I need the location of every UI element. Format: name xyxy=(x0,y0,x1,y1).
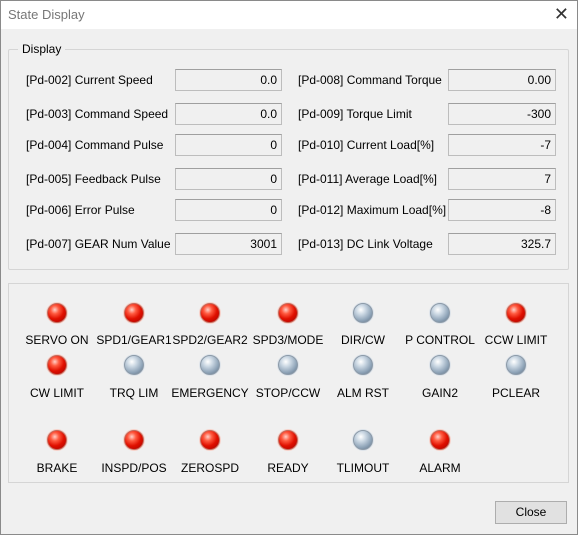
led-alm-rst-icon xyxy=(353,355,373,375)
led-spd2-gear2-icon xyxy=(200,303,220,323)
led-brake-icon xyxy=(47,430,67,450)
param-value-pd004: 0 xyxy=(175,134,282,156)
param-value-pd005: 0 xyxy=(175,168,282,190)
led-spd1-gear1-icon xyxy=(124,303,144,323)
param-label-pd005: [Pd-005] Feedback Pulse xyxy=(26,172,161,186)
param-value-pd002: 0.0 xyxy=(175,69,282,91)
close-icon[interactable]: ✕ xyxy=(554,4,569,24)
param-value-pd009: -300 xyxy=(448,103,556,125)
title-bar: State Display ✕ xyxy=(1,1,577,29)
param-label-pd008: [Pd-008] Command Torque xyxy=(298,73,442,87)
led-spd2-gear2-label: SPD2/GEAR2 xyxy=(172,333,248,347)
led-stop-ccw-icon xyxy=(278,355,298,375)
led-dir-cw-icon xyxy=(353,303,373,323)
led-trq-lim-icon xyxy=(124,355,144,375)
led-ready-icon xyxy=(278,430,298,450)
param-value-pd006: 0 xyxy=(175,199,282,221)
led-gain2-icon xyxy=(430,355,450,375)
param-label-pd004: [Pd-004] Command Pulse xyxy=(26,138,164,152)
param-label-pd011: [Pd-011] Average Load[%] xyxy=(298,172,437,186)
param-label-pd012: [Pd-012] Maximum Load[%] xyxy=(298,203,447,217)
param-value-pd010: -7 xyxy=(448,134,556,156)
led-tlimout-icon xyxy=(353,430,373,450)
led-emergency-label: EMERGENCY xyxy=(171,386,249,400)
led-ccw-limit-icon xyxy=(506,303,526,323)
param-label-pd007: [Pd-007] GEAR Num Value xyxy=(26,237,171,251)
param-label-pd002: [Pd-002] Current Speed xyxy=(26,73,153,87)
led-inspd-pos-icon xyxy=(124,430,144,450)
param-label-pd009: [Pd-009] Torque Limit xyxy=(298,107,412,121)
param-value-pd012: -8 xyxy=(448,199,556,221)
led-ccw-limit-label: CCW LIMIT xyxy=(484,333,548,347)
param-value-pd007: 3001 xyxy=(175,233,282,255)
led-alarm-label: ALARM xyxy=(419,461,461,475)
param-value-pd013: 325.7 xyxy=(448,233,556,255)
param-label-pd013: [Pd-013] DC Link Voltage xyxy=(298,237,433,251)
param-value-pd008: 0.00 xyxy=(448,69,556,91)
led-servo-on-icon xyxy=(47,303,67,323)
led-emergency-icon xyxy=(200,355,220,375)
led-p-control-icon xyxy=(430,303,450,323)
led-zerospd-label: ZEROSPD xyxy=(180,461,239,475)
led-pclear-label: PCLEAR xyxy=(491,386,541,400)
window-title: State Display xyxy=(8,7,85,22)
led-cw-limit-icon xyxy=(47,355,67,375)
led-spd3-mode-icon xyxy=(278,303,298,323)
param-label-pd006: [Pd-006] Error Pulse xyxy=(26,203,135,217)
param-label-pd003: [Pd-003] Command Speed xyxy=(26,107,169,121)
led-pclear-icon xyxy=(506,355,526,375)
led-zerospd-icon xyxy=(200,430,220,450)
led-alarm-icon xyxy=(430,430,450,450)
display-group-legend: Display xyxy=(18,42,66,56)
close-button[interactable]: Close xyxy=(495,501,567,524)
param-value-pd003: 0.0 xyxy=(175,103,282,125)
param-label-pd010: [Pd-010] Current Load[%] xyxy=(298,138,435,152)
param-value-pd011: 7 xyxy=(448,168,556,190)
